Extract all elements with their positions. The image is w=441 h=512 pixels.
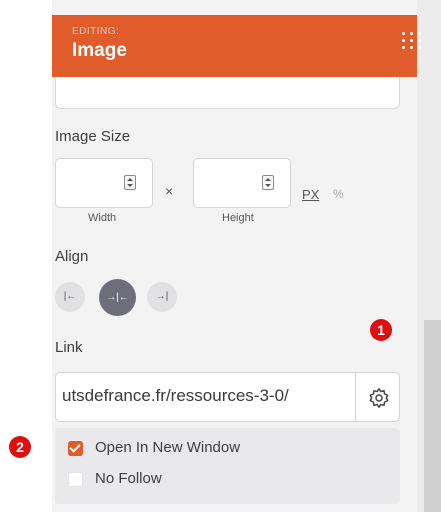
align-right-button[interactable]: →| [147,282,177,312]
align-left-button[interactable]: |← [55,282,85,312]
align-center-icon: →|← [106,292,129,303]
no-follow-label[interactable]: No Follow [95,470,162,487]
align-center-button[interactable]: →|← [99,279,136,316]
height-label: Height [222,212,254,224]
unit-percent-toggle[interactable]: % [333,187,344,201]
align-label: Align [55,248,89,265]
annotation-badge-2: 2 [9,436,31,458]
align-right-icon: →| [155,291,169,302]
grid-dots-icon[interactable] [400,30,424,52]
editing-label: EDITING: [72,26,120,37]
gear-icon[interactable] [368,387,390,409]
link-label: Link [55,339,83,356]
height-input[interactable] [193,158,291,208]
width-label: Width [88,212,117,224]
height-stepper-icon[interactable] [262,175,274,190]
link-options: Open In New Window No Follow [55,428,400,504]
link-value: utsdefrance.fr/ressources-3-0/ [62,386,289,405]
unit-px-toggle[interactable]: PX [302,187,319,202]
width-input[interactable] [55,158,153,208]
no-follow-checkbox[interactable] [68,472,83,487]
image-size-label: Image Size [55,128,131,145]
open-new-window-label[interactable]: Open In New Window [95,439,240,456]
link-input[interactable]: utsdefrance.fr/ressources-3-0/ [55,372,400,422]
panel-header: EDITING: Image [52,15,421,77]
open-new-window-checkbox[interactable] [68,441,83,456]
size-separator: × [165,183,174,199]
scrollbar-thumb[interactable] [424,320,441,512]
align-left-icon: |← [63,291,77,302]
width-stepper-icon[interactable] [124,175,136,190]
annotation-badge-1: 1 [370,319,392,341]
panel-title: Image [72,40,127,61]
previous-field[interactable] [55,77,400,109]
link-divider [355,373,356,421]
